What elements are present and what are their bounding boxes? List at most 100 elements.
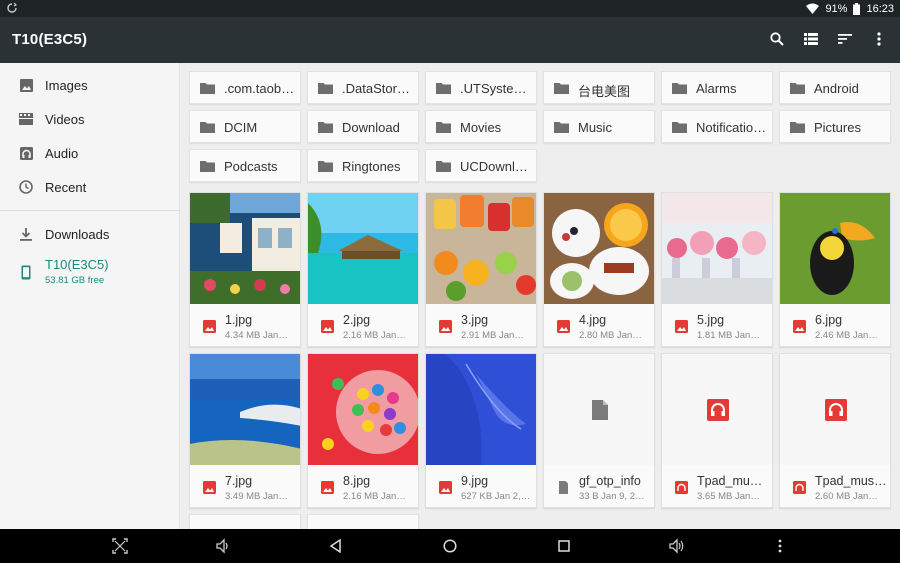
folder-item[interactable]: .UTSyste…: [425, 71, 537, 104]
folder-item[interactable]: Podcasts: [189, 149, 301, 182]
audio-icon: [675, 481, 688, 494]
audio-icon: [825, 398, 847, 421]
sidebar: Images Videos Audio Recent Downloads T10…: [0, 63, 180, 529]
file-name: 1.jpg: [225, 313, 253, 327]
folder-icon: [200, 83, 215, 94]
folder-item[interactable]: Music: [543, 110, 655, 143]
audio-icon: [707, 398, 729, 421]
more-options-button[interactable]: [870, 29, 888, 49]
file-card[interactable]: 8.jpg 2.16 MB Jan…: [307, 353, 419, 508]
folder-name: Music: [578, 120, 612, 135]
app-bar: T10(E3C5): [0, 17, 900, 63]
file-card[interactable]: 3.jpg 2.91 MB Jan…: [425, 192, 537, 347]
sidebar-divider: [0, 210, 180, 211]
file-card[interactable]: Tpad_mu… 3.65 MB Jan…: [661, 353, 773, 508]
sidebar-item-recent[interactable]: Recent: [0, 170, 179, 204]
folder-icon: [436, 83, 451, 94]
folder-icon: [790, 122, 805, 133]
search-button[interactable]: [768, 29, 786, 49]
folder-name: DCIM: [224, 120, 258, 135]
sort-button[interactable]: [836, 29, 854, 49]
file-name: 4.jpg: [579, 313, 607, 327]
list-view-button[interactable]: [802, 29, 820, 49]
file-name: Tpad_mu…: [697, 474, 763, 488]
folder-icon: [318, 122, 333, 133]
system-nav-bar: [0, 529, 900, 563]
volume-down-button[interactable]: [214, 537, 232, 555]
file-meta: 2.46 MB Jan…: [815, 330, 878, 341]
folder-item[interactable]: .DataStora…: [307, 71, 419, 104]
search-icon: [770, 32, 784, 46]
back-icon: [329, 539, 341, 553]
screenshot-button[interactable]: [111, 537, 129, 555]
sidebar-item-images[interactable]: Images: [0, 68, 179, 102]
folder-name: 台电美图: [578, 84, 631, 99]
folder-item[interactable]: Ringtones: [307, 149, 419, 182]
folder-item[interactable]: Pictures: [779, 110, 891, 143]
sidebar-item-audio[interactable]: Audio: [0, 136, 179, 170]
file-thumbnail: [190, 193, 300, 304]
file-name: 5.jpg: [697, 313, 725, 327]
file-thumbnail: [780, 193, 890, 304]
folder-item[interactable]: Notificatio…: [661, 110, 773, 143]
image-icon: [321, 481, 334, 494]
folder-name: .DataStora…: [342, 81, 414, 96]
image-icon: [557, 320, 570, 333]
file-thumbnail: [780, 354, 890, 465]
file-card[interactable]: 1.jpg 4.34 MB Jan…: [189, 192, 301, 347]
sort-icon: [838, 34, 852, 44]
folder-item[interactable]: Alarms: [661, 71, 773, 104]
file-card[interactable]: 4.jpg 2.80 MB Jan…: [543, 192, 655, 347]
volume-up-button[interactable]: [668, 537, 686, 555]
status-bar: 91% 16:23: [0, 0, 900, 17]
file-card[interactable]: 6.jpg 2.46 MB Jan…: [779, 192, 891, 347]
folder-item[interactable]: UCDownlo…: [425, 149, 537, 182]
back-button[interactable]: [327, 537, 345, 555]
folder-name: .com.taob…: [224, 81, 295, 96]
sidebar-item-device[interactable]: T10(E3C5) 53.81 GB free: [0, 251, 179, 293]
audio-icon: [18, 145, 34, 161]
nav-more-button[interactable]: [771, 537, 789, 555]
file-card[interactable]: Tpad_mus… 2.60 MB Jan…: [779, 353, 891, 508]
file-icon: [592, 399, 608, 420]
folder-item[interactable]: DCIM: [189, 110, 301, 143]
file-card[interactable]: 2.jpg 2.16 MB Jan…: [307, 192, 419, 347]
folder-item[interactable]: Movies: [425, 110, 537, 143]
folder-icon: [200, 122, 215, 133]
folder-icon: [672, 83, 687, 94]
image-icon: [321, 320, 334, 333]
folder-icon: [436, 161, 451, 172]
folder-name: .UTSyste…: [460, 81, 527, 96]
file-meta: 3.49 MB Jan…: [225, 491, 288, 502]
recents-button[interactable]: [555, 537, 573, 555]
folder-item[interactable]: Android: [779, 71, 891, 104]
file-card[interactable]: [189, 514, 301, 529]
sidebar-item-videos[interactable]: Videos: [0, 102, 179, 136]
folder-item[interactable]: Download: [307, 110, 419, 143]
file-card[interactable]: [307, 514, 419, 529]
file-name: 3.jpg: [461, 313, 489, 327]
file-card[interactable]: 7.jpg 3.49 MB Jan…: [189, 353, 301, 508]
file-meta: 3.65 MB Jan…: [697, 491, 760, 502]
file-meta: 1.81 MB Jan…: [697, 330, 760, 341]
folder-name: Pictures: [814, 120, 861, 135]
file-card[interactable]: 9.jpg 627 KB Jan 2,…: [425, 353, 537, 508]
image-icon: [203, 320, 216, 333]
folder-icon: [554, 122, 569, 133]
file-card[interactable]: gf_otp_info 33 B Jan 9, 2…: [543, 353, 655, 508]
file-thumbnail: [662, 193, 772, 304]
home-button[interactable]: [441, 537, 459, 555]
file-name: gf_otp_info: [579, 474, 641, 488]
folder-icon: [554, 83, 569, 94]
file-name: 8.jpg: [343, 474, 371, 488]
folder-item[interactable]: .com.taob…: [189, 71, 301, 104]
folder-name: Alarms: [696, 81, 737, 96]
file-card[interactable]: 5.jpg 1.81 MB Jan…: [661, 192, 773, 347]
folder-icon: [436, 122, 451, 133]
folder-item[interactable]: 台电美图: [543, 71, 655, 104]
file-icon: [559, 481, 568, 494]
sidebar-item-downloads[interactable]: Downloads: [0, 217, 179, 251]
clock-time: 16:23: [866, 2, 894, 15]
more-vert-icon: [877, 32, 881, 46]
sidebar-item-label: Recent: [45, 179, 87, 195]
